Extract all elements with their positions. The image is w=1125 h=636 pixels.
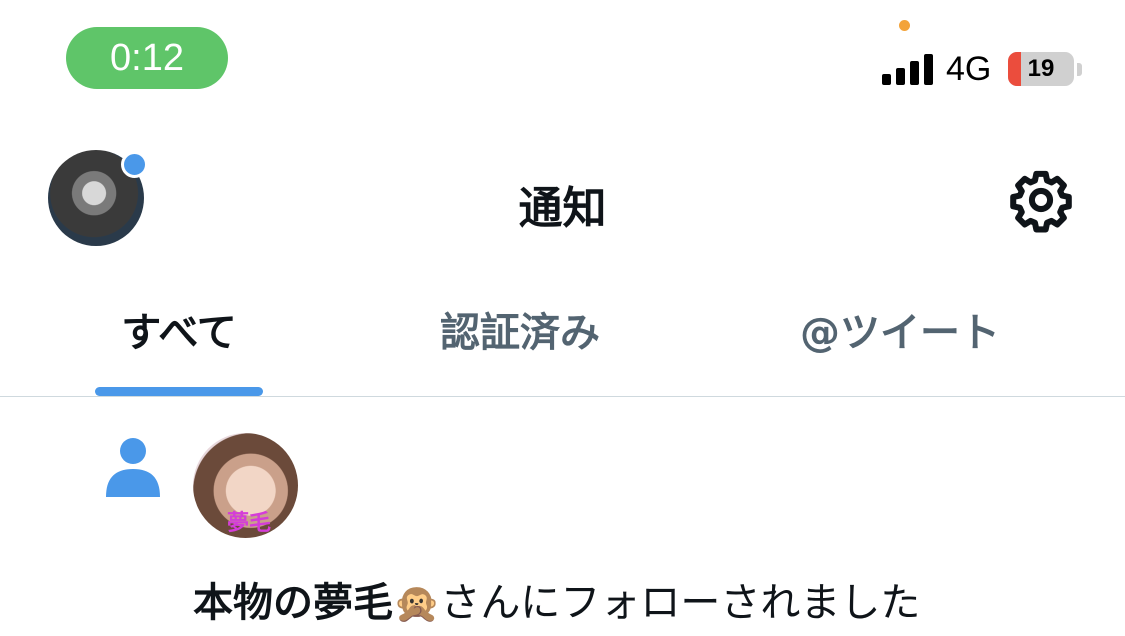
mic-indicator-dot: [899, 20, 910, 31]
monkey-emoji-icon: 🙊: [393, 581, 441, 625]
status-time: 0:12: [66, 27, 228, 89]
notification-message: さんにフォローされました: [440, 580, 921, 626]
gear-icon[interactable]: [1008, 167, 1074, 233]
cellular-signal-icon: [882, 53, 934, 85]
divider: [0, 396, 1125, 397]
notification-text[interactable]: 本物の夢毛🙊さんにフォローされました: [193, 570, 920, 628]
person-icon: [106, 438, 160, 497]
tab-all[interactable]: すべて: [95, 300, 263, 360]
battery-tip: [1077, 63, 1082, 76]
tab-selected-indicator: [95, 387, 263, 396]
follower-name[interactable]: 本物の夢毛: [193, 580, 393, 626]
network-type: 4G: [946, 50, 992, 88]
follower-avatar-text: 夢毛: [227, 511, 272, 536]
battery-level: 19: [1027, 55, 1055, 82]
page-title: 通知: [518, 183, 607, 234]
tab-mentions[interactable]: @ツイート: [780, 300, 1020, 360]
tab-verified[interactable]: 認証済み: [420, 300, 620, 360]
follower-avatar[interactable]: 夢毛: [193, 433, 298, 538]
battery-icon: 19: [1008, 52, 1074, 86]
